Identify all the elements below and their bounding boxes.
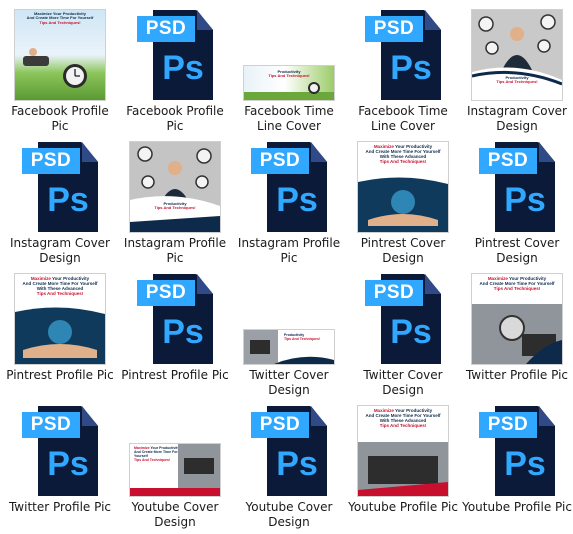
file-label: Pintrest Profile Pic bbox=[6, 368, 114, 382]
twitter-profile-thumbnail: Maximize Your Productivity And Create Mor… bbox=[472, 274, 562, 364]
file-thumbnail: PSD Ps bbox=[232, 136, 346, 232]
file-thumbnail: PSD Ps bbox=[346, 4, 460, 100]
file-item[interactable]: Maximize Your Productivity And Create Mor… bbox=[346, 400, 460, 530]
file-label: Facebook Time Line Cover bbox=[244, 104, 334, 133]
facebook-timeline-thumbnail: Productivity Tips And Techniques! bbox=[244, 66, 334, 100]
file-label: Instagram Cover Design bbox=[9, 236, 110, 265]
file-grid: Maximize Your Productivity And Create Mor… bbox=[0, 0, 573, 534]
file-thumbnail: Productivity Tips And Techniques! bbox=[232, 4, 346, 100]
pinterest-profile-thumbnail: Maximize Your Productivity And Create Mor… bbox=[15, 274, 105, 364]
file-item[interactable]: PSD Ps Pintrest Cover Design bbox=[460, 136, 573, 266]
file-item[interactable]: PSD Ps Twitter Profile Pic bbox=[3, 400, 117, 530]
file-item[interactable]: Maximize Your Productivity And Create Mor… bbox=[3, 4, 117, 134]
youtube-profile-thumbnail: Maximize Your Productivity And Create Mor… bbox=[358, 406, 448, 496]
file-label: Facebook Profile Pic bbox=[126, 104, 224, 133]
file-thumbnail: PSD Ps bbox=[460, 400, 573, 496]
file-item[interactable]: PSD Ps Facebook Profile Pic bbox=[118, 4, 232, 134]
psd-file-icon: PSD Ps bbox=[22, 404, 98, 496]
file-item[interactable]: PSD Ps Instagram Cover Design bbox=[3, 136, 117, 266]
file-label: Youtube Cover Design bbox=[131, 500, 219, 529]
file-label: Youtube Profile Pic bbox=[348, 500, 458, 514]
file-thumbnail: PSD Ps bbox=[3, 136, 117, 232]
file-thumbnail: PSD Ps bbox=[3, 400, 117, 496]
file-item[interactable]: PSD Ps Youtube Cover Design bbox=[232, 400, 346, 530]
file-thumbnail: Productivity Tips And Techniques! bbox=[118, 136, 232, 232]
file-label: Twitter Cover Design bbox=[249, 368, 329, 397]
file-thumbnail: PSD Ps bbox=[460, 136, 573, 232]
psd-file-icon: PSD Ps bbox=[137, 272, 213, 364]
file-item[interactable]: Maximize Your Productivity And Create Mor… bbox=[118, 400, 232, 530]
file-thumbnail: PSD Ps bbox=[232, 400, 346, 496]
file-thumbnail: PSD Ps bbox=[118, 268, 232, 364]
file-label: Pintrest Cover Design bbox=[474, 236, 560, 265]
file-item[interactable]: Maximize Your Productivity And Create Mor… bbox=[460, 268, 573, 398]
file-thumbnail: Maximize Your Productivity And Create Mor… bbox=[3, 268, 117, 364]
file-label: Instagram Cover Design bbox=[466, 104, 567, 133]
pinterest-cover-thumbnail: Maximize Your Productivity And Create Mor… bbox=[358, 142, 448, 232]
file-item[interactable]: Productivity Tips And Techniques! Instagr… bbox=[118, 136, 232, 266]
psd-file-icon: PSD Ps bbox=[365, 272, 441, 364]
file-label: Youtube Profile Pic bbox=[462, 500, 572, 514]
file-label: Facebook Time Line Cover bbox=[358, 104, 448, 133]
file-label: Instagram Profile Pic bbox=[237, 236, 341, 265]
file-item[interactable]: PSD Ps Facebook Time Line Cover bbox=[346, 4, 460, 134]
file-item[interactable]: PSD Ps Twitter Cover Design bbox=[346, 268, 460, 398]
file-item[interactable]: PSD Ps Pintrest Profile Pic bbox=[118, 268, 232, 398]
file-item[interactable]: PSD Ps Youtube Profile Pic bbox=[460, 400, 573, 530]
file-label: Instagram Profile Pic bbox=[123, 236, 227, 265]
psd-file-icon: PSD Ps bbox=[479, 404, 555, 496]
file-item[interactable]: Productivity Tips And Techniques! Twitter… bbox=[232, 268, 346, 398]
facebook-profile-thumbnail: Maximize Your Productivity And Create Mor… bbox=[15, 10, 105, 100]
youtube-cover-thumbnail: Maximize Your Productivity And Create Mor… bbox=[130, 444, 220, 496]
psd-file-icon: PSD Ps bbox=[22, 140, 98, 232]
psd-file-icon: PSD Ps bbox=[251, 140, 327, 232]
file-label: Twitter Profile Pic bbox=[465, 368, 569, 382]
file-thumbnail: PSD Ps bbox=[346, 268, 460, 364]
psd-file-icon: PSD Ps bbox=[251, 404, 327, 496]
file-label: Youtube Cover Design bbox=[245, 500, 333, 529]
file-item[interactable]: Productivity Tips And Techniques! Instagr… bbox=[460, 4, 573, 134]
file-label: Facebook Profile Pic bbox=[11, 104, 109, 133]
psd-file-icon: PSD Ps bbox=[479, 140, 555, 232]
file-label: Twitter Profile Pic bbox=[8, 500, 112, 514]
file-item[interactable]: Maximize Your Productivity And Create Mor… bbox=[346, 136, 460, 266]
file-thumbnail: PSD Ps bbox=[118, 4, 232, 100]
file-thumbnail: Maximize Your Productivity And Create Mor… bbox=[346, 400, 460, 496]
file-thumbnail: Productivity Tips And Techniques! bbox=[460, 4, 573, 100]
file-thumbnail: Productivity Tips And Techniques! bbox=[232, 268, 346, 364]
file-item[interactable]: Productivity Tips And Techniques! Faceboo… bbox=[232, 4, 346, 134]
file-thumbnail: Maximize Your Productivity And Create Mor… bbox=[460, 268, 573, 364]
file-item[interactable]: PSD Ps Instagram Profile Pic bbox=[232, 136, 346, 266]
file-thumbnail: Maximize Your Productivity And Create Mor… bbox=[118, 400, 232, 496]
instagram-cover-thumbnail: Productivity Tips And Techniques! bbox=[472, 10, 562, 100]
file-label: Pintrest Profile Pic bbox=[121, 368, 229, 382]
psd-file-icon: PSD Ps bbox=[365, 8, 441, 100]
file-thumbnail: Maximize Your Productivity And Create Mor… bbox=[346, 136, 460, 232]
file-thumbnail: Maximize Your Productivity And Create Mor… bbox=[3, 4, 117, 100]
twitter-cover-thumbnail: Productivity Tips And Techniques! bbox=[244, 330, 334, 364]
file-label: Pintrest Cover Design bbox=[360, 236, 446, 265]
psd-file-icon: PSD Ps bbox=[137, 8, 213, 100]
file-item[interactable]: Maximize Your Productivity And Create Mor… bbox=[3, 268, 117, 398]
instagram-profile-thumbnail: Productivity Tips And Techniques! bbox=[130, 142, 220, 232]
file-label: Twitter Cover Design bbox=[363, 368, 443, 397]
